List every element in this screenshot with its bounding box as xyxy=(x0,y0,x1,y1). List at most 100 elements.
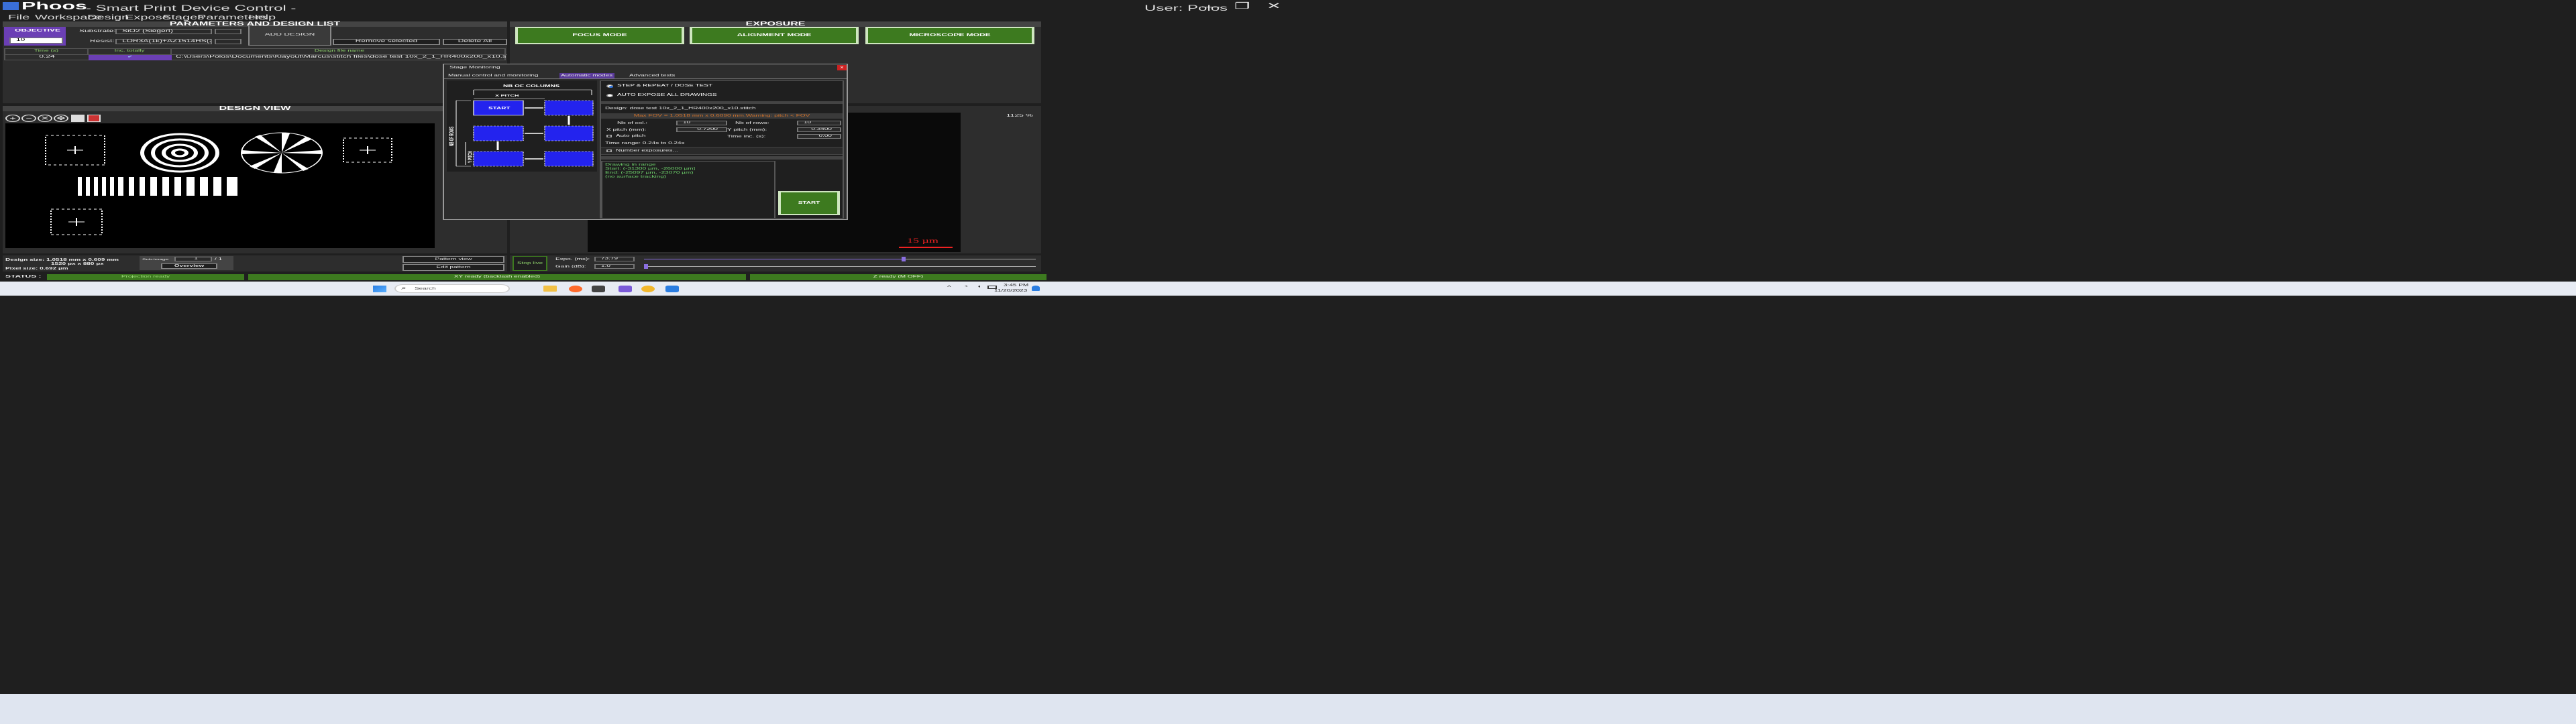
app-logo-icon xyxy=(3,2,19,10)
tab-manual[interactable]: Manual control and monitoring xyxy=(448,73,539,78)
expo-input[interactable]: 73.79 xyxy=(594,257,635,261)
automatic-settings: STEP & REPEAT / DOSE TEST AUTO EXPOSE AL… xyxy=(600,80,844,219)
minimize-button[interactable]: — xyxy=(1202,1,1220,11)
remove-selected-button[interactable]: Remove selected xyxy=(333,39,440,45)
resist-extra-select[interactable] xyxy=(215,39,241,44)
expo-slider-handle[interactable] xyxy=(901,257,906,261)
focus-mode-button[interactable]: FOCUS MODE xyxy=(515,27,684,44)
zoom-out-icon[interactable]: − xyxy=(21,115,36,122)
zoom-level: 1125 % xyxy=(1006,114,1033,118)
gain-slider-track[interactable] xyxy=(644,266,1036,267)
app-icon-2[interactable] xyxy=(619,286,632,292)
diagram-box-2 xyxy=(544,125,594,141)
search-box[interactable]: ⌕ Search xyxy=(394,284,510,293)
clock-time: 3:45 PM xyxy=(1004,284,1029,288)
file-explorer-icon[interactable] xyxy=(543,286,557,292)
maximize-button[interactable]: ❐ xyxy=(1234,1,1250,11)
notification-icon[interactable] xyxy=(1032,286,1040,291)
table-row[interactable]: 0.24 ✔ C:\Users\Polos\Documents\Klayout\… xyxy=(5,54,507,60)
time-range: Time range: 0.24s to 0.24s xyxy=(605,141,685,145)
start-button[interactable]: START xyxy=(778,191,840,215)
diagram-x-pitch: X PITCH xyxy=(495,94,519,97)
dialog-close-button[interactable]: x xyxy=(837,65,847,70)
microscope-mode-button[interactable]: MICROSCOPE MODE xyxy=(865,27,1034,44)
stop-live-button[interactable]: Stop live xyxy=(513,256,547,271)
auto-pitch-label: Auto pitch xyxy=(616,134,646,138)
title-bar: Phoos - Smart Print Device Control - Use… xyxy=(0,0,2576,20)
subimage-total: / 1 xyxy=(215,257,223,261)
alignment-mark-2 xyxy=(343,137,392,163)
save-icon[interactable] xyxy=(71,115,85,122)
number-exposures-checkbox[interactable] xyxy=(606,149,612,152)
subimage-box: Sub-image: 1 / 1 Overview xyxy=(140,256,233,270)
status-label: STATUS : xyxy=(5,275,42,279)
row-inc-checkbox[interactable]: ✔ xyxy=(89,55,172,60)
zoom-in-icon[interactable]: + xyxy=(5,115,20,122)
diagram-svg: NB OF COLUMNS X PITCH START NB OF ROWS Y… xyxy=(448,84,594,167)
app-icon-1[interactable] xyxy=(592,286,605,292)
diagram-box-1 xyxy=(544,100,594,116)
parameters-panel: PARAMETERS AND DESIGN LIST OBJECTIVE 10 … xyxy=(3,21,507,103)
col-header-inc: Inc. totally xyxy=(89,49,172,54)
start-icon[interactable] xyxy=(373,286,386,292)
step-repeat-diagram: NB OF COLUMNS X PITCH START NB OF ROWS Y… xyxy=(447,80,597,172)
wifi-icon[interactable]: ◔ xyxy=(963,285,968,289)
substrate-extra-select[interactable] xyxy=(215,29,241,34)
firefox-icon[interactable] xyxy=(569,286,582,292)
nb-col-input[interactable]: 10 xyxy=(676,121,727,125)
step-repeat-radio[interactable] xyxy=(606,84,613,88)
fit-view-icon[interactable]: ✕ xyxy=(38,115,52,122)
status-xy: XY ready (backlash enabled) xyxy=(248,274,746,280)
nb-rows-input[interactable]: 10 xyxy=(797,121,841,125)
gain-input[interactable]: 1.0 xyxy=(594,264,635,269)
application-window: Phoos - Smart Print Device Control - Use… xyxy=(0,0,2576,694)
objective-select[interactable]: 10 xyxy=(9,38,63,44)
tab-automatic[interactable]: Automatic modes xyxy=(559,73,614,78)
design-canvas[interactable] xyxy=(5,123,435,248)
x-pitch-input[interactable]: 0.7200 xyxy=(676,127,727,132)
y-pitch-label: Y pitch (mm): xyxy=(727,128,767,132)
resist-select[interactable]: LOR3A(1k)+AZ1514HS(2k) xyxy=(115,39,212,44)
overview-button[interactable]: Overview xyxy=(161,263,217,269)
auto-pitch-checkbox[interactable] xyxy=(606,135,612,137)
substrate-select[interactable]: SiO2 (Siegert) xyxy=(115,29,212,34)
gain-slider-handle[interactable] xyxy=(644,264,648,269)
image-icon[interactable] xyxy=(87,115,101,122)
delete-all-button[interactable]: Delete All xyxy=(443,39,507,45)
col-header-file: Design file name xyxy=(314,49,365,53)
tab-advanced[interactable]: Advanced tests xyxy=(629,73,675,78)
menu-file[interactable]: File xyxy=(8,14,30,21)
dialog-title-bar: Stage Monitoring x xyxy=(444,64,847,72)
y-pitch-input[interactable]: 0.3400 xyxy=(797,127,841,132)
subimage-input[interactable]: 1 xyxy=(174,257,212,261)
siemens-star xyxy=(241,132,323,174)
subimage-label: Sub-image: xyxy=(142,257,170,261)
design-toolbar: + − ✕ ✥ xyxy=(5,115,107,123)
app-name: Phoos xyxy=(21,1,87,12)
close-button[interactable]: ✕ xyxy=(1267,1,1281,11)
app-icon-4[interactable] xyxy=(665,286,679,292)
volume-icon[interactable]: ◖ xyxy=(977,285,981,289)
nb-rows-label: Nb of rows: xyxy=(735,121,769,125)
design-line: Design: dose test 10x_2_1_HR400x200_x10.… xyxy=(605,107,756,111)
auto-expose-label: AUTO EXPOSE ALL DRAWINGS xyxy=(617,93,717,97)
step-repeat-label: STEP & REPEAT / DOSE TEST xyxy=(617,84,713,88)
add-design-button[interactable]: ADD DESIGN xyxy=(248,25,331,46)
edit-pattern-button[interactable]: Edit pattern xyxy=(402,264,504,271)
pattern-view-button[interactable]: Pattern view xyxy=(402,256,504,263)
alignment-mode-button[interactable]: ALIGNMENT MODE xyxy=(690,27,859,44)
log-box: Drawing in range Start: (-31300 µm, -260… xyxy=(601,161,775,219)
window-title: - Smart Print Device Control - xyxy=(86,3,297,13)
auto-expose-radio[interactable] xyxy=(606,94,613,97)
log-line-4: (no surface tracking) xyxy=(605,175,667,179)
menu-design[interactable]: Design xyxy=(87,14,129,21)
camera-controls: Stop live Expo. (ms): 73.79 Gain (dB): 1… xyxy=(510,255,1041,272)
taskbar: ⌕ Search ^ ◔ ◖ 3:45 PM 11/20/2023 xyxy=(0,282,2576,296)
dialog-title: Stage Monitoring xyxy=(449,66,500,70)
tray-chevron-icon[interactable]: ^ xyxy=(947,286,951,290)
pan-icon[interactable]: ✥ xyxy=(54,115,68,122)
divider-1 xyxy=(601,101,843,104)
time-inc-input[interactable]: 0.00 xyxy=(797,134,841,139)
app-icon-3[interactable] xyxy=(641,286,655,292)
row-file: C:\Users\Polos\Documents\Klayout\Marcus\… xyxy=(176,55,506,59)
